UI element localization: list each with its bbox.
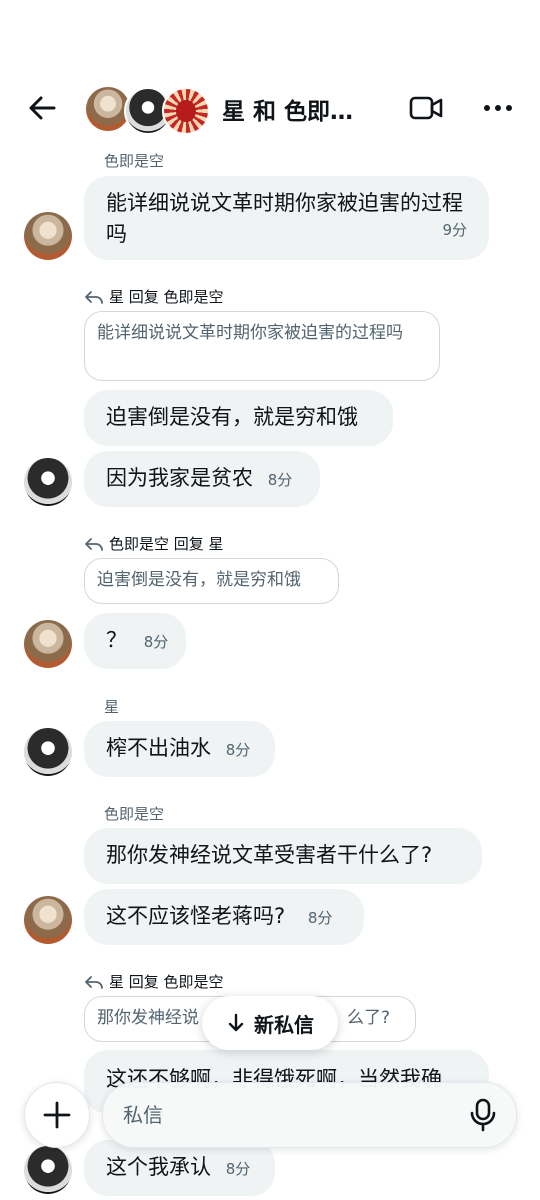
new-messages-label: 新私信	[254, 1012, 314, 1037]
message-bubble[interactable]: 因为我家是贫农 8分	[84, 451, 320, 507]
message-text: 迫害倒是没有，就是穷和饿	[106, 405, 358, 429]
arrow-left-icon	[29, 96, 56, 120]
message-input-container[interactable]	[102, 1082, 517, 1148]
group-avatars[interactable]	[86, 85, 210, 135]
message-time: 8分	[307, 909, 333, 927]
message-text: ？	[106, 628, 127, 652]
quoted-text: 那你发神经说	[97, 1008, 199, 1028]
message-bubble[interactable]: 那你发神经说文革受害者干什么了?	[84, 828, 482, 884]
message-bubble[interactable]: ？ 8分	[84, 613, 186, 669]
message-text: 那你发神经说文革受害者干什么了?	[106, 843, 433, 867]
message-bubble[interactable]: 迫害倒是没有，就是穷和饿	[84, 390, 393, 446]
avatar	[162, 87, 210, 135]
sender-name: 星	[104, 698, 120, 716]
quoted-text: 么了?	[347, 1008, 391, 1028]
more-options-button[interactable]	[480, 92, 516, 124]
sender-name: 色即是空	[104, 805, 165, 823]
video-camera-icon	[409, 96, 443, 120]
message-text: 能详细说说文革时期你家被迫害的过程吗	[106, 191, 463, 246]
message-time: 8分	[143, 633, 169, 651]
avatar[interactable]	[24, 620, 72, 668]
conversation-title[interactable]: 星 和 色即…	[222, 92, 353, 126]
new-messages-button[interactable]: 新私信	[202, 996, 338, 1050]
avatar[interactable]	[24, 212, 72, 260]
message-input[interactable]	[121, 1097, 445, 1133]
message-time: 8分	[225, 741, 251, 759]
add-media-button[interactable]	[24, 1082, 90, 1148]
microphone-icon	[470, 1098, 496, 1132]
quoted-message[interactable]: 迫害倒是没有，就是穷和饿	[84, 558, 339, 604]
message-text: 榨不出油水	[106, 736, 211, 760]
message-bubble[interactable]: 这不应该怪老蒋吗? 8分	[84, 889, 364, 945]
reply-arrow-icon	[85, 537, 103, 551]
avatar[interactable]	[24, 458, 72, 506]
message-text: 因为我家是贫农	[106, 466, 253, 490]
sender-name: 色即是空	[104, 152, 165, 170]
video-call-button[interactable]	[408, 92, 444, 124]
avatar[interactable]	[24, 1146, 72, 1194]
message-text: 这不应该怪老蒋吗?	[106, 904, 286, 928]
message-time: 9分	[442, 221, 467, 239]
quoted-text: 能详细说说文革时期你家被迫害的过程吗	[97, 323, 403, 343]
reply-label: 星 回复 色即是空	[84, 286, 224, 307]
avatar[interactable]	[24, 896, 72, 944]
arrow-down-icon	[228, 1013, 244, 1032]
message-time: 8分	[267, 471, 293, 489]
reply-label: 星 回复 色即是空	[84, 971, 224, 992]
message-time: 8分	[225, 1160, 251, 1178]
back-button[interactable]	[24, 90, 60, 126]
reply-label: 色即是空 回复 星	[84, 533, 224, 554]
message-text: 这个我承认	[106, 1155, 211, 1179]
avatar[interactable]	[24, 728, 72, 776]
reply-arrow-icon	[85, 975, 103, 989]
message-bubble[interactable]: 这个我承认 8分	[84, 1140, 275, 1196]
quoted-text: 迫害倒是没有，就是穷和饿	[97, 570, 301, 590]
voice-message-button[interactable]	[468, 1098, 498, 1132]
message-bubble[interactable]: 榨不出油水 8分	[84, 721, 275, 777]
message-bubble[interactable]: 能详细说说文革时期你家被迫害的过程吗 9分	[84, 176, 489, 260]
plus-icon	[43, 1101, 71, 1129]
reply-arrow-icon	[85, 290, 103, 304]
more-horizontal-icon	[484, 105, 512, 111]
quoted-message[interactable]: 能详细说说文革时期你家被迫害的过程吗	[84, 311, 440, 381]
conversation-header: 星 和 色即…	[0, 60, 540, 156]
